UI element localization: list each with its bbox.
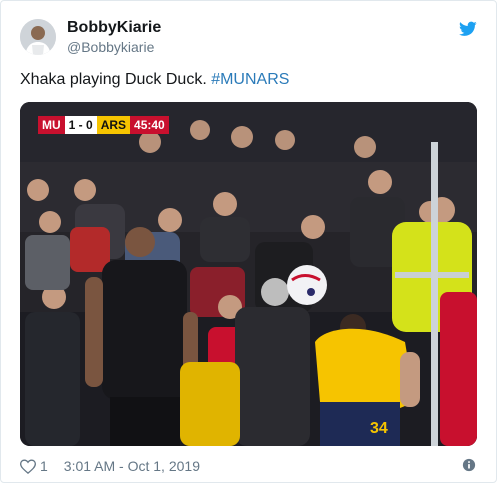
match-clock: 45:40 [130,116,169,134]
user-handle[interactable]: @Bobbykiarie [67,39,154,55]
tweet-card[interactable]: BobbyKiarie @Bobbykiarie Xhaka playing D… [0,0,497,483]
score: 1 - 0 [64,116,97,134]
tweet-media[interactable]: MU 1 - 0 ARS 45:40 34 [20,102,477,446]
shirt-number: 34 [370,420,388,437]
avatar-image [20,19,56,55]
away-team: ARS [96,116,131,134]
tweet-body: Xhaka playing Duck Duck. [20,71,212,88]
twitter-bird-icon[interactable] [459,21,477,37]
hashtag-link[interactable]: #MUNARS [211,71,289,88]
tweet-footer: 1 3:01 AM - Oct 1, 2019 [20,457,200,475]
scoreboard-overlay: MU 1 - 0 ARS 45:40 [38,116,169,134]
avatar[interactable] [20,19,56,55]
heart-outline-icon[interactable] [20,458,36,474]
tweet-text: Xhaka playing Duck Duck. #MUNARS [20,71,289,89]
home-team: MU [38,116,65,134]
display-name[interactable]: BobbyKiarie [67,19,161,37]
tweet-timestamp[interactable]: 3:01 AM - Oct 1, 2019 [64,458,200,474]
match-photo [20,102,477,446]
like-count[interactable]: 1 [40,458,48,474]
info-icon[interactable] [462,458,476,472]
